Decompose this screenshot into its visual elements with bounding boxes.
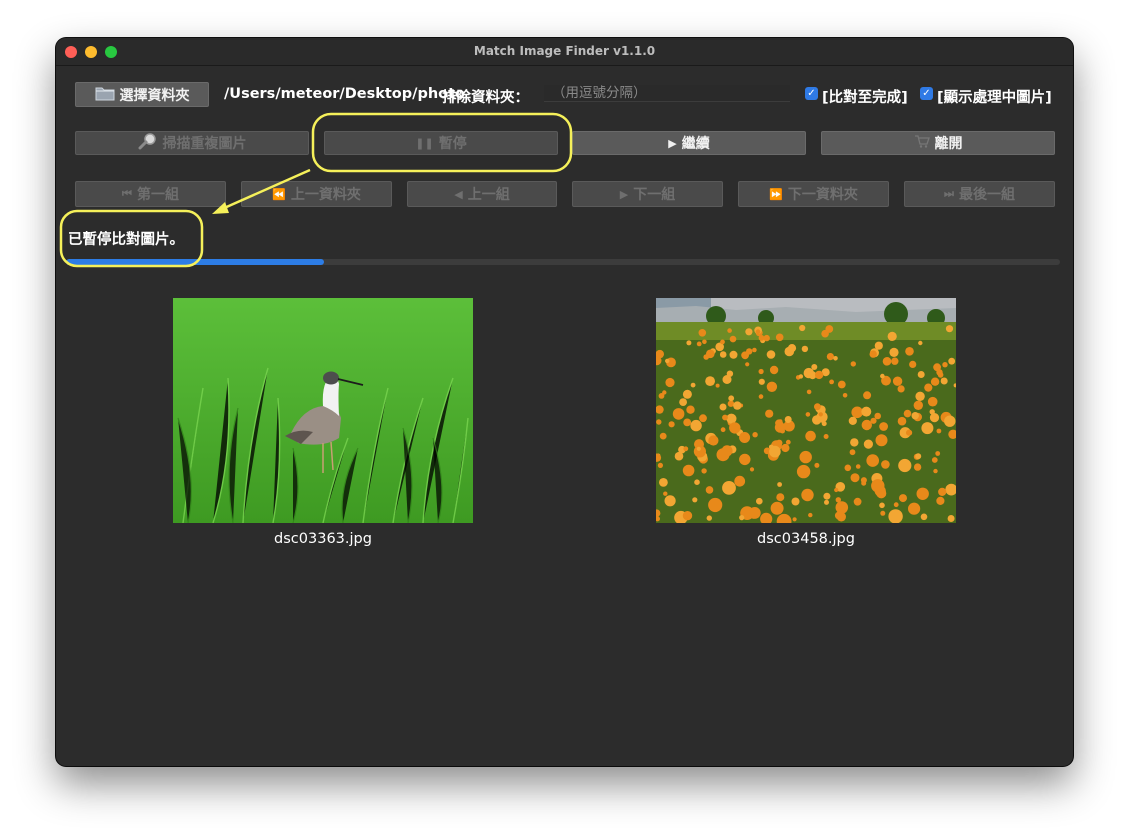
- play-icon: ▶: [668, 136, 677, 150]
- resume-label: 繼續: [681, 136, 710, 152]
- image-preview-1[interactable]: [173, 298, 473, 523]
- next-folder-button[interactable]: ⏩ 下一資料夾: [738, 181, 889, 207]
- cart-icon: [914, 134, 930, 152]
- show-processing-label: [顯示處理中圖片]: [937, 90, 1052, 106]
- show-processing-checkbox[interactable]: ✓: [920, 87, 933, 100]
- skip-first-icon: ⏮: [122, 187, 132, 200]
- window-title: Match Image Finder v1.1.0: [473, 44, 656, 58]
- last-group-label: 最後一組: [958, 187, 1015, 203]
- scan-label: 掃描重複圖片: [162, 136, 247, 152]
- pause-label: 暫停: [438, 136, 467, 152]
- image-filename-1: dsc03363.jpg: [274, 531, 372, 547]
- skip-last-icon: ⏭: [944, 187, 954, 200]
- exit-label: 離開: [934, 136, 963, 152]
- exclude-folder-label: 排除資料夾：: [442, 90, 529, 106]
- scan-duplicates-button[interactable]: 掃描重複圖片: [75, 131, 309, 155]
- pause-button[interactable]: ❚❚ 暫停: [324, 131, 558, 155]
- fast-forward-icon: ⏩: [769, 187, 783, 201]
- prev-folder-button[interactable]: ⏪ 上一資料夾: [241, 181, 392, 207]
- folder-path: /Users/meteor/Desktop/photo: [224, 86, 465, 102]
- compare-to-finish-checkbox[interactable]: ✓: [805, 87, 818, 100]
- magnifier-icon: [138, 132, 158, 154]
- progress-fill: [66, 259, 325, 265]
- folder-icon: [95, 84, 115, 105]
- pause-icon: ❚❚: [415, 136, 434, 150]
- next-group-label: 下一組: [633, 187, 676, 203]
- select-folder-button[interactable]: 選擇資料夾: [75, 82, 209, 107]
- compare-to-finish-label: [比對至完成]: [822, 90, 908, 106]
- prev-group-label: 上一組: [467, 187, 510, 203]
- triangle-left-icon: ◀: [454, 187, 463, 201]
- title-bar: Match Image Finder v1.1.0: [56, 38, 1073, 66]
- select-folder-label: 選擇資料夾: [119, 87, 190, 104]
- first-group-button[interactable]: ⏮ 第一組: [75, 181, 226, 207]
- resume-button[interactable]: ▶ 繼續: [572, 131, 806, 155]
- progress-bar: [66, 259, 1060, 265]
- last-group-button[interactable]: ⏭ 最後一組: [904, 181, 1055, 207]
- image-preview-2[interactable]: [656, 298, 956, 523]
- prev-group-button[interactable]: ◀ 上一組: [407, 181, 557, 207]
- app-window: Match Image Finder v1.1.0 選擇資料夾 /Users/m…: [56, 38, 1073, 766]
- rewind-icon: ⏪: [272, 187, 286, 201]
- exit-button[interactable]: 離開: [821, 131, 1055, 155]
- prev-folder-label: 上一資料夾: [290, 187, 361, 203]
- exclude-folder-input[interactable]: [544, 85, 790, 102]
- first-group-label: 第一組: [136, 187, 179, 203]
- next-folder-label: 下一資料夾: [787, 187, 858, 203]
- next-group-button[interactable]: ▶ 下一組: [572, 181, 723, 207]
- image-filename-2: dsc03458.jpg: [757, 531, 855, 547]
- triangle-right-icon: ▶: [619, 187, 629, 201]
- status-text: 已暫停比對圖片。: [68, 232, 184, 248]
